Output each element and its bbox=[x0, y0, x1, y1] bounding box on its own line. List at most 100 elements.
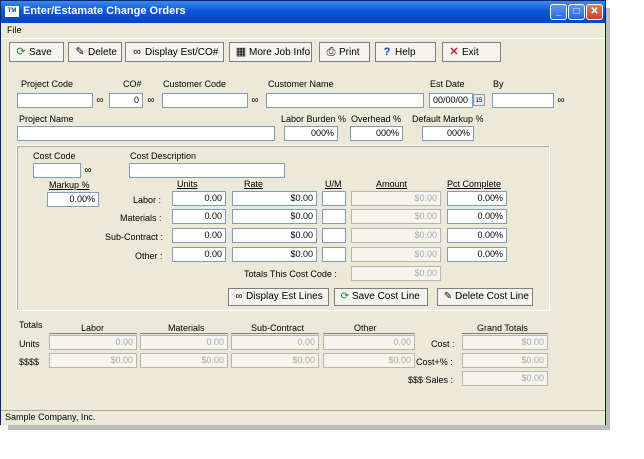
maximize-icon: □ bbox=[573, 6, 580, 17]
title-bar[interactable]: TM Enter/Estamate Change Orders _ □ ✕ bbox=[1, 1, 605, 23]
close-button[interactable]: ✕ bbox=[586, 4, 603, 20]
save-button[interactable]: ⟳ Save bbox=[9, 42, 64, 62]
total-units-sub-contract: 0.00 bbox=[231, 335, 319, 350]
minimize-button[interactable]: _ bbox=[550, 4, 567, 20]
labor-header-line bbox=[49, 333, 137, 334]
grand-sales-label: $$$ Sales : bbox=[408, 375, 454, 385]
print-button[interactable]: ⎙ Print bbox=[319, 42, 370, 62]
labor-um-field[interactable] bbox=[322, 191, 346, 206]
units-row-label: Units bbox=[19, 339, 40, 349]
app-icon: TM bbox=[5, 6, 19, 17]
co-lookup-icon[interactable]: ∞ bbox=[144, 94, 158, 107]
totals-materials-header: Materials bbox=[168, 323, 205, 333]
menu-file[interactable]: File bbox=[7, 25, 22, 35]
overhead-field[interactable]: 000% bbox=[350, 126, 403, 141]
printer-icon: ⎙ bbox=[326, 46, 336, 58]
grid-icon: ▦ bbox=[235, 46, 247, 58]
grand-cost-pct-label: Cost+% : bbox=[416, 357, 453, 367]
exit-icon: ✕ bbox=[449, 46, 459, 58]
binoculars-icon: ∞ bbox=[235, 291, 243, 302]
dollars-row-label: $$$$ bbox=[19, 357, 40, 367]
sub-header-line bbox=[231, 333, 319, 334]
total-dollars-labor: $0.00 bbox=[49, 353, 137, 368]
other-pct-field[interactable]: 0.00% bbox=[447, 247, 507, 262]
totals-sub-contract-header: Sub-Contract bbox=[251, 323, 305, 333]
grand-sales-field: $0.00 bbox=[462, 371, 548, 386]
binoculars-icon: ∞ bbox=[133, 46, 141, 58]
totals-other-header: Other bbox=[354, 323, 377, 333]
materials-units-field[interactable]: 0.00 bbox=[172, 209, 226, 224]
labor-row-label: Labor : bbox=[133, 195, 162, 205]
materials-header-line bbox=[140, 333, 228, 334]
cost-description-label: Cost Description bbox=[130, 151, 197, 161]
by-field[interactable] bbox=[492, 93, 554, 108]
project-code-lookup-icon[interactable]: ∞ bbox=[93, 94, 107, 107]
customer-code-lookup-icon[interactable]: ∞ bbox=[248, 94, 262, 107]
totals-this-cost-code-field: $0.00 bbox=[351, 266, 441, 281]
sub-contract-row-label: Sub-Contract : bbox=[105, 232, 164, 242]
materials-rate-field[interactable]: $0.00 bbox=[232, 209, 317, 224]
display-est-lines-button[interactable]: ∞ Display Est Lines bbox=[228, 288, 329, 306]
cost-code-label: Cost Code bbox=[33, 151, 76, 161]
project-code-label: Project Code bbox=[21, 79, 74, 89]
materials-pct-field[interactable]: 0.00% bbox=[447, 209, 507, 224]
delete-cost-line-button[interactable]: ✎ Delete Cost Line bbox=[437, 288, 533, 306]
cost-description-field[interactable] bbox=[129, 163, 285, 178]
maximize-button[interactable]: □ bbox=[568, 4, 585, 20]
customer-name-label: Customer Name bbox=[268, 79, 334, 89]
refresh-icon: ⟳ bbox=[340, 291, 350, 302]
by-label: By bbox=[493, 79, 504, 89]
total-dollars-other: $0.00 bbox=[323, 353, 415, 368]
grand-header-line bbox=[462, 333, 548, 334]
customer-name-field[interactable] bbox=[266, 93, 424, 108]
cost-code-lookup-icon[interactable]: ∞ bbox=[81, 164, 95, 177]
est-date-label: Est Date bbox=[430, 79, 465, 89]
sub-contract-pct-field[interactable]: 0.00% bbox=[447, 228, 507, 243]
markup-field[interactable]: 0.00% bbox=[47, 192, 99, 207]
total-units-other: 0.00 bbox=[323, 335, 415, 350]
delete-button[interactable]: ✎ Delete bbox=[68, 42, 122, 62]
menu-bar: File bbox=[1, 23, 605, 38]
project-name-field[interactable] bbox=[17, 126, 275, 141]
other-units-field[interactable]: 0.00 bbox=[172, 247, 226, 262]
labor-units-field[interactable]: 0.00 bbox=[172, 191, 226, 206]
materials-amount-field: $0.00 bbox=[351, 209, 441, 224]
default-markup-field[interactable]: 000% bbox=[422, 126, 474, 141]
status-company: Sample Company, Inc. bbox=[5, 412, 96, 422]
close-icon: ✕ bbox=[590, 6, 599, 17]
est-date-field[interactable]: 00/00/00 bbox=[429, 93, 473, 108]
materials-um-field[interactable] bbox=[322, 209, 346, 224]
window-title: Enter/Estamate Change Orders bbox=[23, 5, 186, 17]
calendar-icon[interactable]: 15 bbox=[473, 94, 485, 106]
help-button[interactable]: ? Help bbox=[375, 42, 436, 62]
other-row-label: Other : bbox=[135, 251, 163, 261]
minimize-icon: _ bbox=[555, 6, 562, 17]
sub-contract-rate-field[interactable]: $0.00 bbox=[232, 228, 317, 243]
cost-code-field[interactable] bbox=[33, 163, 81, 178]
more-job-info-button[interactable]: ▦ More Job Info bbox=[229, 42, 312, 62]
labor-pct-field[interactable]: 0.00% bbox=[447, 191, 507, 206]
status-bar: Sample Company, Inc. bbox=[1, 410, 605, 425]
display-est-co-button[interactable]: ∞ Display Est/CO# bbox=[125, 42, 224, 62]
labor-rate-field[interactable]: $0.00 bbox=[232, 191, 317, 206]
labor-burden-label: Labor Burden % bbox=[281, 114, 347, 124]
exit-button[interactable]: ✕ Exit bbox=[442, 42, 501, 62]
totals-labor-header: Labor bbox=[81, 323, 105, 333]
by-lookup-icon[interactable]: ∞ bbox=[554, 94, 568, 107]
save-cost-line-button[interactable]: ⟳ Save Cost Line bbox=[334, 288, 428, 306]
co-field[interactable]: 0 bbox=[109, 93, 143, 108]
labor-burden-field[interactable]: 000% bbox=[284, 126, 338, 141]
total-units-labor: 0.00 bbox=[49, 335, 137, 350]
rate-header: Rate bbox=[244, 179, 264, 189]
default-markup-label: Default Markup % bbox=[412, 114, 484, 124]
sub-contract-units-field[interactable]: 0.00 bbox=[172, 228, 226, 243]
sub-contract-um-field[interactable] bbox=[322, 228, 346, 243]
eraser-icon: ✎ bbox=[443, 291, 453, 302]
other-rate-field[interactable]: $0.00 bbox=[232, 247, 317, 262]
project-code-field[interactable] bbox=[17, 93, 93, 108]
amount-header: Amount bbox=[376, 179, 408, 189]
um-header: U/M bbox=[325, 179, 342, 189]
other-um-field[interactable] bbox=[322, 247, 346, 262]
customer-code-field[interactable] bbox=[162, 93, 248, 108]
eraser-icon: ✎ bbox=[75, 46, 85, 58]
